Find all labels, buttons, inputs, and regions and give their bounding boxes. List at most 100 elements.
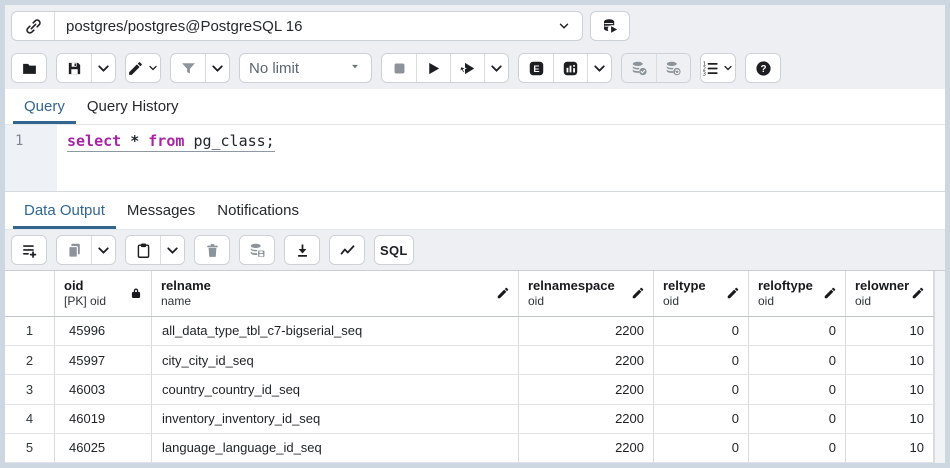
explain-button[interactable]: E — [519, 54, 553, 82]
tab-query[interactable]: Query — [13, 89, 76, 124]
ordered-list-icon: 123 — [702, 60, 719, 77]
db-save-icon — [249, 242, 266, 259]
connection-select[interactable]: postgres/postgres@PostgreSQL 16 — [11, 11, 583, 41]
save-file-button[interactable] — [57, 54, 91, 82]
filter-button[interactable] — [171, 54, 205, 82]
sql-filter-button[interactable]: SQL — [375, 236, 413, 264]
query-editor[interactable]: 1 select * from pg_class; — [5, 125, 945, 191]
execute-query-button[interactable] — [416, 54, 450, 82]
grid-cell-relowner[interactable]: 10 — [846, 404, 934, 434]
table-row: 3 46003 country_country_id_seq 2200 0 0 10 — [5, 375, 934, 405]
row-limit-select[interactable]: No limit — [239, 53, 372, 83]
execute-options-button[interactable] — [484, 54, 508, 82]
column-header-oid[interactable]: oid [PK] oid — [55, 271, 152, 316]
grid-cell-oid[interactable]: 46003 — [55, 375, 152, 405]
row-number-cell[interactable]: 1 — [5, 316, 55, 347]
editor-code-area[interactable]: select * from pg_class; — [57, 125, 275, 191]
copy-button[interactable] — [57, 236, 91, 264]
copy-options-button[interactable] — [91, 236, 115, 264]
save-data-changes-button[interactable] — [240, 236, 274, 264]
lock-icon — [129, 286, 151, 300]
vertical-scrollbar[interactable] — [934, 271, 945, 463]
column-header-reloftype[interactable]: reloftype oid — [749, 271, 846, 316]
column-header-reltype[interactable]: reltype oid — [654, 271, 749, 316]
grid-cell-oid[interactable]: 45997 — [55, 346, 152, 376]
chevron-down-icon — [95, 242, 112, 259]
grid-cell-relowner[interactable]: 10 — [846, 316, 934, 347]
table-row: 5 46025 language_language_id_seq 2200 0 0 10 — [5, 433, 934, 463]
delete-row-button[interactable] — [195, 236, 229, 264]
button-group: 123 — [700, 53, 736, 83]
paste-options-button[interactable] — [160, 236, 184, 264]
grid-cell-reltype[interactable]: 0 — [654, 316, 749, 347]
button-group — [125, 53, 161, 83]
grid-cell-reloftype[interactable]: 0 — [749, 375, 846, 405]
grid-cell-relname[interactable]: city_city_id_seq — [152, 346, 519, 376]
macros-button[interactable]: 123 — [701, 54, 735, 82]
query-toolbar: No limit E 1 2 3? — [5, 47, 945, 89]
edit-button[interactable] — [126, 54, 160, 82]
grid-cell-oid[interactable]: 45996 — [55, 316, 152, 347]
commit-button[interactable] — [622, 54, 656, 82]
grid-cell-reltype[interactable]: 0 — [654, 433, 749, 463]
explain-e-icon: E — [528, 60, 545, 77]
column-header-relowner[interactable]: relowner oid — [846, 271, 934, 316]
help-button[interactable]: ? — [746, 54, 780, 82]
cancel-query-button[interactable] — [382, 54, 416, 82]
grid-cell-relnamespace[interactable]: 2200 — [519, 346, 654, 376]
edit-pencil-icon — [911, 286, 933, 300]
chevron-down-icon — [95, 60, 112, 77]
row-number-cell[interactable]: 2 — [5, 346, 55, 376]
filter-options-button[interactable] — [205, 54, 229, 82]
chevron-down-icon — [591, 60, 608, 77]
chevron-down-icon — [488, 60, 505, 77]
grid-cell-relname[interactable]: all_data_type_tbl_c7-bigserial_seq — [152, 316, 519, 347]
grid-cell-relowner[interactable]: 10 — [846, 346, 934, 376]
grid-cell-oid[interactable]: 46019 — [55, 404, 152, 434]
grid-cell-relname[interactable]: country_country_id_seq — [152, 375, 519, 405]
grid-cell-relowner[interactable]: 10 — [846, 375, 934, 405]
output-tab-bar: Data Output Messages Notifications — [5, 191, 945, 230]
grid-cell-oid[interactable]: 46025 — [55, 433, 152, 463]
grid-cell-reloftype[interactable]: 0 — [749, 433, 846, 463]
row-number-cell[interactable]: 3 — [5, 375, 55, 405]
grid-cell-relnamespace[interactable]: 2200 — [519, 375, 654, 405]
tab-messages[interactable]: Messages — [116, 192, 206, 229]
grid-cell-relname[interactable]: inventory_inventory_id_seq — [152, 404, 519, 434]
graph-visualiser-button[interactable] — [330, 236, 364, 264]
new-connection-button[interactable] — [590, 11, 630, 41]
editor-line-number: 1 — [5, 125, 57, 191]
column-header-relname[interactable]: relname name — [152, 271, 519, 316]
tab-data-output[interactable]: Data Output — [13, 192, 116, 229]
row-number-cell[interactable]: 4 — [5, 404, 55, 434]
add-row-button[interactable] — [12, 236, 46, 264]
select-all-cell[interactable] — [5, 271, 55, 316]
download-results-button[interactable] — [285, 236, 319, 264]
grid-cell-reloftype[interactable]: 0 — [749, 404, 846, 434]
tab-notifications[interactable]: Notifications — [206, 192, 310, 229]
row-number-cell[interactable]: 5 — [5, 433, 55, 463]
connection-status-icon — [12, 12, 55, 40]
download-icon — [294, 242, 311, 259]
rollback-button[interactable] — [656, 54, 690, 82]
execute-from-cursor-button[interactable] — [450, 54, 484, 82]
grid-cell-reloftype[interactable]: 0 — [749, 316, 846, 347]
open-file-button[interactable] — [12, 54, 46, 82]
grid-cell-reloftype[interactable]: 0 — [749, 346, 846, 376]
explain-analyze-button[interactable] — [553, 54, 587, 82]
explain-options-button[interactable] — [587, 54, 611, 82]
grid-cell-relowner[interactable]: 10 — [846, 433, 934, 463]
grid-cell-reltype[interactable]: 0 — [654, 346, 749, 376]
save-options-button[interactable] — [91, 54, 115, 82]
grid-cell-reltype[interactable]: 0 — [654, 404, 749, 434]
grid-cell-reltype[interactable]: 0 — [654, 375, 749, 405]
grid-cell-relnamespace[interactable]: 2200 — [519, 404, 654, 434]
connection-toolbar: postgres/postgres@PostgreSQL 16 — [5, 5, 945, 47]
grid-cell-relname[interactable]: language_language_id_seq — [152, 433, 519, 463]
grid-cell-relnamespace[interactable]: 2200 — [519, 316, 654, 347]
column-header-relnamespace[interactable]: relnamespace oid — [519, 271, 654, 316]
tab-query-history[interactable]: Query History — [76, 89, 190, 124]
button-group: ? — [745, 53, 781, 83]
grid-cell-relnamespace[interactable]: 2200 — [519, 433, 654, 463]
paste-button[interactable] — [126, 236, 160, 264]
